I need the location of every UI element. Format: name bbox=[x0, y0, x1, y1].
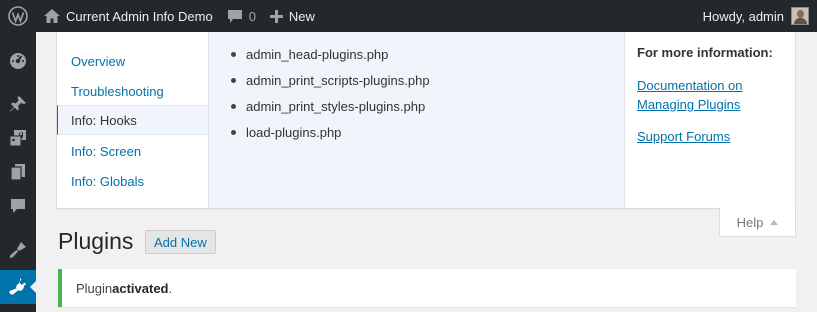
help-tab-content: admin_head-plugins.php admin_print_scrip… bbox=[208, 32, 625, 208]
site-name: Current Admin Info Demo bbox=[66, 8, 213, 24]
activation-notice: Plugin activated. bbox=[58, 269, 796, 307]
tab-overview[interactable]: Overview bbox=[57, 46, 208, 76]
tab-info-hooks[interactable]: Info: Hooks bbox=[57, 105, 209, 135]
help-sidebar: For more information: Documentation on M… bbox=[625, 32, 796, 208]
support-forums-link[interactable]: Support Forums bbox=[637, 127, 784, 146]
howdy-text: Howdy, admin bbox=[702, 8, 784, 24]
my-account[interactable]: Howdy, admin bbox=[703, 0, 817, 32]
tab-troubleshooting[interactable]: Troubleshooting bbox=[57, 76, 208, 106]
menu-dashboard[interactable] bbox=[0, 44, 36, 78]
home-icon bbox=[44, 9, 60, 23]
help-sidebar-title: For more information: bbox=[637, 45, 773, 60]
comments-link[interactable]: 0 bbox=[220, 0, 263, 32]
comments-count: 0 bbox=[248, 8, 256, 24]
comments-icon bbox=[8, 196, 28, 219]
page-title: Plugins bbox=[58, 228, 134, 254]
site-name-link[interactable]: Current Admin Info Demo bbox=[36, 0, 220, 32]
comment-bubble-icon bbox=[227, 9, 243, 24]
admin-menu bbox=[0, 32, 36, 312]
list-item: load-plugins.php bbox=[229, 123, 430, 149]
wordpress-logo-icon[interactable] bbox=[0, 0, 36, 32]
add-new-button[interactable]: Add New bbox=[145, 230, 216, 254]
admin-bar: Current Admin Info Demo 0 New Howdy, adm… bbox=[0, 0, 817, 32]
plugins-icon bbox=[8, 276, 28, 299]
tab-info-screen[interactable]: Info: Screen bbox=[57, 136, 208, 166]
help-toggle-button[interactable]: Help bbox=[719, 208, 796, 237]
notice-prefix: Plugin bbox=[76, 280, 113, 296]
dashboard-icon bbox=[8, 50, 28, 73]
pin-icon bbox=[8, 94, 28, 117]
hooks-list: admin_head-plugins.php admin_print_scrip… bbox=[229, 45, 430, 149]
help-toggle-label: Help bbox=[736, 214, 764, 230]
media-icon bbox=[8, 128, 28, 151]
contextual-help-panel: Overview Troubleshooting Info: Hooks Inf… bbox=[56, 32, 796, 209]
tab-info-globals[interactable]: Info: Globals bbox=[57, 166, 208, 196]
plus-icon bbox=[269, 9, 283, 23]
notice-suffix: . bbox=[168, 280, 173, 296]
menu-appearance[interactable] bbox=[0, 234, 36, 268]
pages-icon bbox=[8, 162, 28, 185]
menu-plugins[interactable] bbox=[0, 270, 36, 304]
menu-posts[interactable] bbox=[0, 88, 36, 122]
documentation-link[interactable]: Documentation on Managing Plugins bbox=[637, 76, 784, 114]
new-label: New bbox=[288, 8, 315, 24]
list-item: admin_head-plugins.php bbox=[229, 45, 430, 71]
notice-emphasis: activated bbox=[112, 280, 169, 296]
list-item: admin_print_styles-plugins.php bbox=[229, 97, 430, 123]
menu-media[interactable] bbox=[0, 122, 36, 156]
appearance-icon bbox=[8, 240, 28, 263]
menu-comments[interactable] bbox=[0, 190, 36, 224]
help-tabs: Overview Troubleshooting Info: Hooks Inf… bbox=[57, 32, 209, 208]
avatar bbox=[791, 7, 809, 25]
new-content-link[interactable]: New bbox=[263, 0, 322, 32]
caret-up-icon bbox=[770, 219, 779, 225]
list-item: admin_print_scripts-plugins.php bbox=[229, 71, 430, 97]
menu-pages[interactable] bbox=[0, 156, 36, 190]
